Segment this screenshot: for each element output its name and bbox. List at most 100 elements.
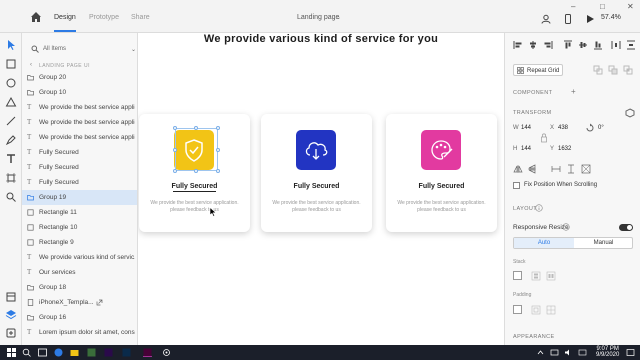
padding-individual-icon[interactable] <box>546 305 556 315</box>
resize-handle[interactable] <box>194 169 198 173</box>
windows-start-icon[interactable] <box>7 348 16 357</box>
settings-cube-icon[interactable] <box>625 108 635 118</box>
plugins-icon[interactable] <box>5 327 17 339</box>
zoom-tool-icon[interactable] <box>5 191 17 203</box>
zoom-level[interactable]: 57.4% <box>601 14 621 21</box>
layer-item[interactable]: Group 10 <box>22 85 137 100</box>
maximize-icon[interactable]: □ <box>600 2 605 11</box>
card-description[interactable]: We provide the best service application.… <box>144 200 245 214</box>
page-heading[interactable]: We provide various kind of service for y… <box>198 33 444 46</box>
layers-filter[interactable]: All Items ⌄ <box>27 38 136 53</box>
layer-item[interactable]: T Fully Secured <box>22 145 137 160</box>
resize-handle[interactable] <box>216 126 220 130</box>
design-canvas[interactable]: We provide various kind of service for y… <box>138 33 504 345</box>
resize-handle[interactable] <box>194 126 198 130</box>
line-tool-icon[interactable] <box>5 115 17 127</box>
layer-item[interactable]: Rectangle 11 <box>22 205 137 220</box>
responsive-resize-toggle[interactable] <box>619 224 633 231</box>
boolean-subtract-icon[interactable] <box>608 65 618 75</box>
distribute-horizontal-icon[interactable] <box>611 40 621 50</box>
y-value[interactable]: 1632 <box>558 146 571 152</box>
close-icon[interactable]: ✕ <box>627 2 634 11</box>
layer-item[interactable]: T We provide the best service applic... <box>22 115 137 130</box>
width-value[interactable]: 144 <box>521 125 531 131</box>
search-icon[interactable] <box>22 348 31 357</box>
manual-option[interactable]: Manual <box>574 238 633 248</box>
layer-item[interactable]: Rectangle 10 <box>22 220 137 235</box>
chevron-down-icon[interactable]: ⌄ <box>131 46 136 53</box>
height-value[interactable]: 144 <box>521 146 531 152</box>
notifications-icon[interactable] <box>626 348 635 357</box>
language-icon[interactable] <box>578 348 587 357</box>
service-card[interactable]: Fully Secured We provide the best servic… <box>261 114 372 232</box>
document-title[interactable]: Landing page <box>297 14 339 21</box>
ellipse-tool-icon[interactable] <box>5 77 17 89</box>
resize-handle[interactable] <box>173 148 177 152</box>
stack-checkbox[interactable] <box>513 271 522 280</box>
resize-handle[interactable] <box>216 169 220 173</box>
card-title[interactable]: Fully Secured <box>139 183 250 190</box>
layer-item[interactable]: T We provide the best service applic... <box>22 100 137 115</box>
select-tool-icon[interactable] <box>5 39 17 51</box>
align-bottom-icon[interactable] <box>593 40 603 50</box>
layer-item[interactable]: Group 20 <box>22 70 137 85</box>
align-right-icon[interactable] <box>543 40 553 50</box>
volume-icon[interactable] <box>564 348 573 357</box>
info-icon[interactable] <box>535 204 543 212</box>
external-link-icon[interactable] <box>96 299 103 306</box>
stack-horizontal-icon[interactable] <box>546 271 556 281</box>
card-title[interactable]: Fully Secured <box>261 183 372 190</box>
card-description[interactable]: We provide the best service application.… <box>266 200 367 214</box>
adobe-xd-icon[interactable] <box>143 348 152 357</box>
layer-item[interactable]: T Fully Secured <box>22 160 137 175</box>
play-icon[interactable] <box>585 14 595 24</box>
photoshop-icon[interactable] <box>122 348 131 357</box>
flip-vertical-icon[interactable] <box>527 164 537 174</box>
back-chevron-icon[interactable]: ‹ <box>30 62 32 68</box>
stack-vertical-icon[interactable] <box>531 271 541 281</box>
mobile-preview-icon[interactable] <box>563 14 573 24</box>
card-description[interactable]: We provide the best service application.… <box>391 200 492 214</box>
flip-horizontal-icon[interactable] <box>513 164 523 174</box>
distribute-spacing-h-icon[interactable] <box>551 164 561 174</box>
layer-item[interactable]: T Lorem ipsum dolor sit amet, cons... <box>22 325 137 340</box>
clock[interactable]: 9:07 PM 9/9/2020 <box>596 346 619 358</box>
info-icon[interactable] <box>562 223 570 231</box>
minimize-icon[interactable]: – <box>571 2 575 11</box>
resize-mode-segmented-control[interactable]: Auto Manual <box>513 237 633 249</box>
grid-distribute-icon[interactable] <box>581 164 591 174</box>
tab-design[interactable]: Design <box>54 14 76 21</box>
palette-icon[interactable] <box>421 130 461 170</box>
resize-handle[interactable] <box>173 169 177 173</box>
user-icon[interactable] <box>541 14 551 24</box>
service-card[interactable]: Fully Secured We provide the best servic… <box>139 114 250 232</box>
resize-handle[interactable] <box>216 148 220 152</box>
repeat-grid-button[interactable]: Repeat Grid <box>513 64 563 76</box>
add-component-icon[interactable]: + <box>571 87 576 96</box>
assets-icon[interactable] <box>5 291 17 303</box>
doc-menu-chevron-icon[interactable]: ⌄ <box>336 14 341 21</box>
align-center-icon[interactable] <box>528 40 538 50</box>
layer-item[interactable]: T Fully Secured <box>22 175 137 190</box>
boolean-intersect-icon[interactable] <box>623 65 633 75</box>
layer-item-selected[interactable]: Group 19 <box>22 190 137 205</box>
task-view-icon[interactable] <box>38 348 47 357</box>
layer-item[interactable]: T We provide various kind of servic... <box>22 250 137 265</box>
file-explorer-icon[interactable] <box>70 348 79 357</box>
layer-item[interactable]: Rectangle 9 <box>22 235 137 250</box>
settings-gear-icon[interactable] <box>162 348 171 357</box>
network-icon[interactable] <box>550 348 559 357</box>
align-middle-icon[interactable] <box>578 40 588 50</box>
auto-option[interactable]: Auto <box>514 238 574 248</box>
tab-prototype[interactable]: Prototype <box>89 14 119 21</box>
layer-item[interactable]: T We provide the best service applic... <box>22 130 137 145</box>
distribute-spacing-v-icon[interactable] <box>566 164 576 174</box>
cloud-download-icon[interactable] <box>296 130 336 170</box>
polygon-tool-icon[interactable] <box>5 96 17 108</box>
rotation-value[interactable]: 0° <box>598 125 604 131</box>
text-tool-icon[interactable] <box>5 153 17 165</box>
resize-handle[interactable] <box>173 126 177 130</box>
lock-aspect-icon[interactable] <box>541 133 547 143</box>
pen-tool-icon[interactable] <box>5 134 17 146</box>
padding-checkbox[interactable] <box>513 305 522 314</box>
